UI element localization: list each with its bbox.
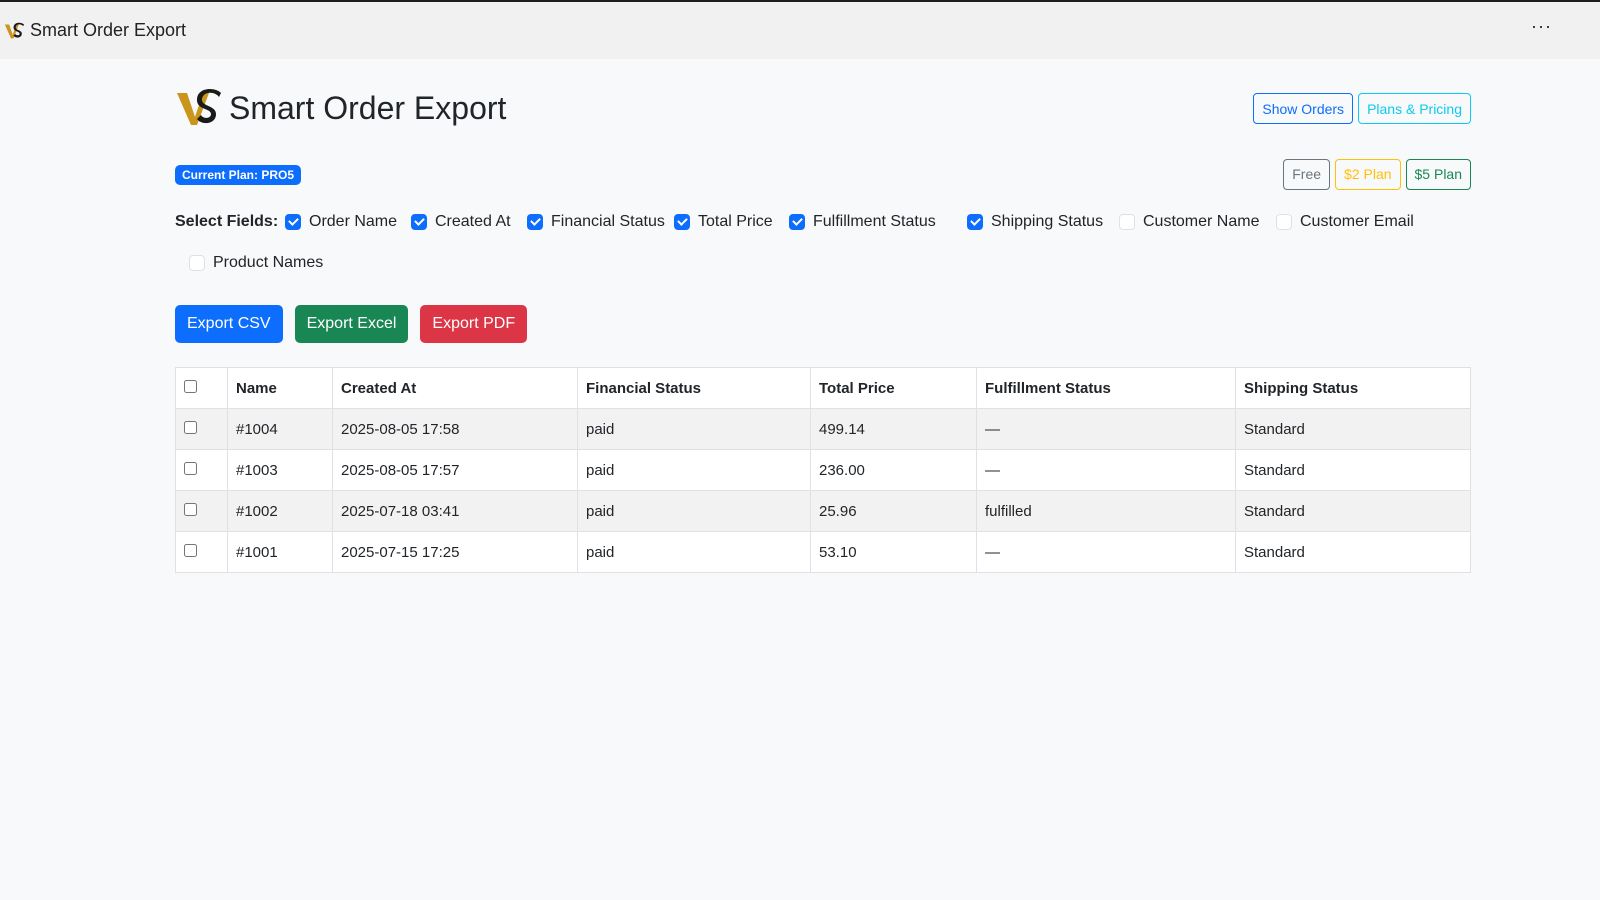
brand: Smart Order Export: [175, 85, 506, 131]
orders-table: Name Created At Financial Status Total P…: [175, 367, 1471, 573]
field-label: Order Name: [309, 213, 398, 230]
table-header-row: Name Created At Financial Status Total P…: [175, 367, 1471, 409]
order-name-cell: #1003: [227, 449, 333, 491]
header-actions: Show Orders Plans & Pricing: [1253, 93, 1471, 124]
shipping-status-cell: Standard: [1235, 449, 1471, 491]
vs-logo-icon: [4, 22, 24, 38]
export-csv-button[interactable]: Export CSV: [175, 305, 283, 343]
field-product-names[interactable]: Product Names: [189, 252, 323, 274]
current-plan-badge: Current Plan: PRO5: [175, 165, 302, 185]
fulfillment-status-cell: —: [976, 449, 1236, 491]
created-at-cell: 2025-07-15 17:25: [332, 531, 578, 573]
row-select-cell: [175, 531, 228, 573]
more-dots-icon[interactable]: ···: [1531, 16, 1552, 37]
export-excel-button[interactable]: Export Excel: [294, 305, 409, 343]
table-row[interactable]: #1001 2025-07-15 17:25 paid 53.10 — Stan…: [175, 531, 1471, 573]
field-label: Created At: [435, 213, 511, 230]
financial-status-cell: paid: [577, 531, 811, 573]
row-select-cell: [175, 408, 228, 450]
five-dollar-plan-button[interactable]: $5 Plan: [1405, 159, 1471, 190]
table-row[interactable]: #1002 2025-07-18 03:41 paid 25.96 fulfil…: [175, 490, 1471, 532]
shipping-status-cell: Standard: [1235, 490, 1471, 532]
column-header-financial-status[interactable]: Financial Status: [577, 367, 811, 409]
export-actions: Export CSV Export Excel Export PDF: [175, 305, 528, 343]
order-name-cell: #1004: [227, 408, 333, 450]
field-label: Total Price: [698, 213, 773, 230]
free-plan-button[interactable]: Free: [1283, 159, 1331, 190]
total-price-cell: 236.00: [810, 449, 977, 491]
row-checkbox[interactable]: [184, 461, 197, 475]
fulfillment-status-cell: fulfilled: [976, 490, 1236, 532]
app-bar: Smart Order Export ···: [0, 2, 1600, 59]
row-select-cell: [175, 449, 228, 491]
total-price-cell: 499.14: [810, 408, 977, 450]
plans-pricing-button[interactable]: Plans & Pricing: [1358, 93, 1471, 124]
field-label: Product Names: [213, 254, 324, 271]
total-price-cell: 53.10: [810, 531, 977, 573]
row-checkbox[interactable]: [184, 420, 197, 434]
field-checkbox[interactable]: [411, 214, 427, 230]
table-row[interactable]: #1004 2025-08-05 17:58 paid 499.14 — Sta…: [175, 408, 1471, 450]
page-header: Smart Order Export Show Orders Plans & P…: [175, 85, 1471, 131]
order-name-cell: #1001: [227, 531, 333, 573]
field-customer-name[interactable]: Customer Name: [1119, 211, 1259, 233]
plan-selector: Free $2 Plan $5 Plan: [1283, 159, 1471, 190]
app-title: Smart Order Export: [30, 20, 187, 40]
field-checkbox[interactable]: [674, 214, 690, 230]
field-customer-email[interactable]: Customer Email: [1276, 211, 1414, 233]
column-header-name[interactable]: Name: [227, 367, 333, 409]
field-order-name[interactable]: Order Name: [285, 211, 397, 233]
field-label: Financial Status: [551, 213, 665, 230]
total-price-cell: 25.96: [810, 490, 977, 532]
field-label: Fulfillment Status: [813, 213, 936, 230]
field-checkbox[interactable]: [1119, 214, 1135, 230]
financial-status-cell: paid: [577, 490, 811, 532]
field-checkbox[interactable]: [189, 255, 205, 271]
column-header-shipping-status[interactable]: Shipping Status: [1235, 367, 1471, 409]
vs-logo-icon: [177, 89, 221, 125]
financial-status-cell: paid: [577, 408, 811, 450]
column-header-fulfillment-status[interactable]: Fulfillment Status: [976, 367, 1236, 409]
field-label: Shipping Status: [991, 213, 1104, 230]
field-label: Customer Email: [1300, 213, 1414, 230]
order-name-cell: #1002: [227, 490, 333, 532]
select-all-cell: [175, 367, 228, 409]
field-created-at[interactable]: Created At: [411, 211, 511, 233]
row-select-cell: [175, 490, 228, 532]
field-checkbox[interactable]: [285, 214, 301, 230]
field-checkbox[interactable]: [527, 214, 543, 230]
select-all-checkbox[interactable]: [184, 379, 197, 393]
created-at-cell: 2025-08-05 17:58: [332, 408, 578, 450]
shipping-status-cell: Standard: [1235, 531, 1471, 573]
field-total-price[interactable]: Total Price: [674, 211, 773, 233]
field-label: Customer Name: [1143, 213, 1260, 230]
field-fulfillment-status[interactable]: Fulfillment Status: [789, 211, 936, 233]
field-checkbox[interactable]: [1276, 214, 1292, 230]
show-orders-button[interactable]: Show Orders: [1253, 93, 1354, 124]
row-checkbox[interactable]: [184, 543, 197, 557]
column-header-created-at[interactable]: Created At: [332, 367, 578, 409]
table-row[interactable]: #1003 2025-08-05 17:57 paid 236.00 — Sta…: [175, 449, 1471, 491]
row-checkbox[interactable]: [184, 502, 197, 516]
financial-status-cell: paid: [577, 449, 811, 491]
shipping-status-cell: Standard: [1235, 408, 1471, 450]
fulfillment-status-cell: —: [976, 408, 1236, 450]
fulfillment-status-cell: —: [976, 531, 1236, 573]
page-title: Smart Order Export: [229, 89, 507, 126]
created-at-cell: 2025-08-05 17:57: [332, 449, 578, 491]
field-shipping-status[interactable]: Shipping Status: [967, 211, 1103, 233]
two-dollar-plan-button[interactable]: $2 Plan: [1335, 159, 1401, 190]
field-financial-status[interactable]: Financial Status: [527, 211, 665, 233]
export-pdf-button[interactable]: Export PDF: [420, 305, 528, 343]
created-at-cell: 2025-07-18 03:41: [332, 490, 578, 532]
field-checkbox[interactable]: [967, 214, 983, 230]
column-header-total-price[interactable]: Total Price: [810, 367, 977, 409]
field-checkbox[interactable]: [789, 214, 805, 230]
select-fields-label: Select Fields:: [175, 213, 279, 230]
